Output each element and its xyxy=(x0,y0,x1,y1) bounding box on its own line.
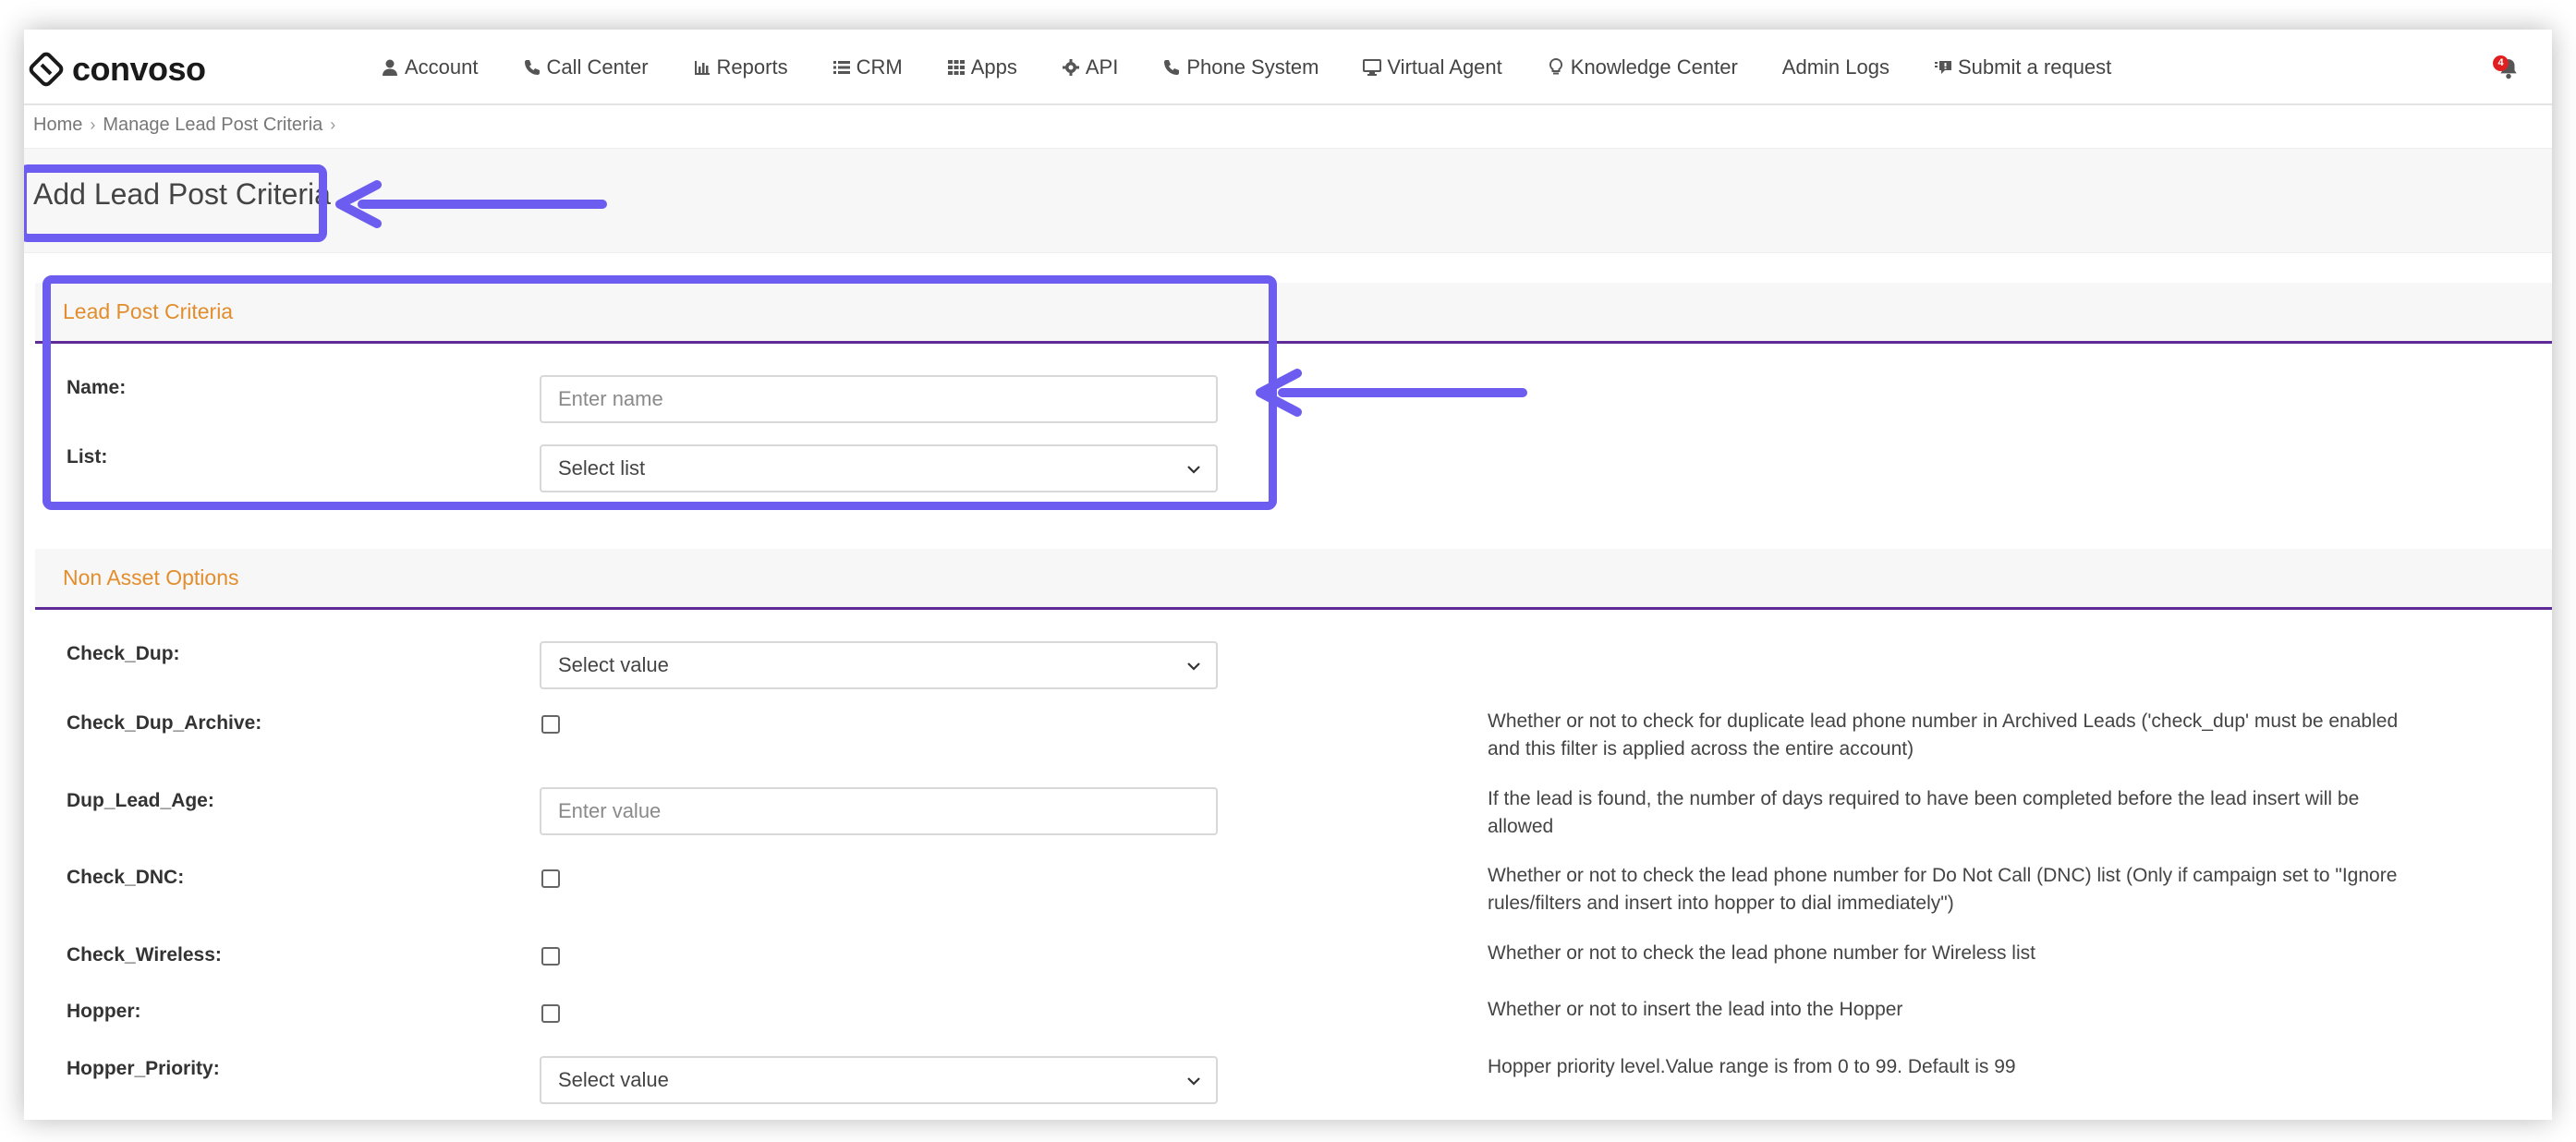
lightbulb-icon xyxy=(1549,58,1562,75)
dup-lead-age-input[interactable]: Enter value xyxy=(540,787,1218,835)
check-dnc-checkbox[interactable] xyxy=(541,869,560,888)
app-window: convoso Account Call Center Reports CRM … xyxy=(24,30,2552,1120)
nav-knowledge-center[interactable]: Knowledge Center xyxy=(1547,55,1738,79)
field-description: Whether or not to check the lead phone n… xyxy=(1488,942,2035,964)
chevron-down-icon xyxy=(1187,1077,1200,1086)
hopper-checkbox[interactable] xyxy=(541,1004,560,1023)
check-dup-select[interactable]: Select value xyxy=(540,641,1218,689)
nav-label: Virtual Agent xyxy=(1387,55,1502,79)
phone-icon xyxy=(1164,60,1180,75)
select-value: Select value xyxy=(558,1068,669,1091)
grid-icon xyxy=(947,60,965,75)
nav-apps[interactable]: Apps xyxy=(947,55,1017,79)
field-description: Hopper priority level.Value range is fro… xyxy=(1488,1056,2016,1077)
nav-label: Call Center xyxy=(546,55,649,79)
check-dup-archive-checkbox[interactable] xyxy=(541,715,560,734)
nav-label: Account xyxy=(405,55,479,79)
nav-label: CRM xyxy=(856,55,903,79)
breadcrumb-separator: › xyxy=(330,115,336,134)
field-description: Whether or not to check the lead phone n… xyxy=(1488,865,2398,914)
breadcrumb-current[interactable]: Manage Lead Post Criteria xyxy=(103,115,322,136)
notification-badge: 4 xyxy=(2493,55,2509,71)
nav-label: Reports xyxy=(716,55,788,79)
nav-api[interactable]: API xyxy=(1062,55,1118,79)
nav-reports[interactable]: Reports xyxy=(693,55,788,79)
section-non-asset-options: Non Asset Options xyxy=(35,549,2552,610)
select-value: Select value xyxy=(558,653,669,676)
nav-label: API xyxy=(1085,55,1119,79)
nav-label: Admin Logs xyxy=(1781,55,1889,79)
main-nav: Account Call Center Reports CRM Apps API xyxy=(381,30,2156,105)
field-label: Check_DNC: xyxy=(67,867,185,888)
brand-name: convoso xyxy=(72,50,206,88)
notifications-button[interactable]: 4 xyxy=(2493,55,2524,81)
nav-label: Submit a request xyxy=(1957,55,2112,79)
nav-label: Apps xyxy=(970,55,1017,79)
annotation-highlight-section xyxy=(43,275,1277,510)
convoso-logo-icon xyxy=(29,52,64,87)
chat-icon xyxy=(1934,61,1951,74)
field-label: Hopper_Priority: xyxy=(67,1058,220,1079)
user-icon xyxy=(383,59,397,76)
nav-call-center[interactable]: Call Center xyxy=(523,55,649,79)
chevron-down-icon xyxy=(1187,662,1200,671)
field-label: Check_Dup_Archive: xyxy=(67,712,262,734)
field-label: Check_Wireless: xyxy=(67,944,222,966)
nav-account[interactable]: Account xyxy=(381,55,479,79)
check-wireless-checkbox[interactable] xyxy=(541,947,560,966)
phone-icon xyxy=(524,60,540,75)
nav-label: Phone System xyxy=(1186,55,1319,79)
breadcrumb-separator: › xyxy=(90,115,96,134)
annotation-highlight-title xyxy=(24,164,327,242)
hopper-priority-select[interactable]: Select value xyxy=(540,1056,1218,1104)
breadcrumb-home[interactable]: Home xyxy=(33,115,82,136)
breadcrumb: Home › Manage Lead Post Criteria › xyxy=(33,115,335,136)
field-label: Check_Dup: xyxy=(67,643,180,664)
section-title: Non Asset Options xyxy=(63,565,239,589)
list-icon xyxy=(832,61,850,74)
nav-admin-logs[interactable]: Admin Logs xyxy=(1782,55,1889,79)
field-description: Whether or not to check for duplicate le… xyxy=(1488,711,2399,759)
nav-phone-system[interactable]: Phone System xyxy=(1162,55,1318,79)
field-label: Hopper: xyxy=(67,1001,141,1022)
field-description: Whether or not to insert the lead into t… xyxy=(1488,999,1903,1020)
field-label: Dup_Lead_Age: xyxy=(67,790,214,811)
brand-logo[interactable]: convoso xyxy=(28,50,206,88)
top-navbar: convoso Account Call Center Reports CRM … xyxy=(24,30,2552,105)
monitor-icon xyxy=(1363,59,1382,76)
nav-virtual-agent[interactable]: Virtual Agent xyxy=(1363,55,1502,79)
nav-label: Knowledge Center xyxy=(1570,55,1738,79)
bar-chart-icon xyxy=(694,61,710,75)
annotation-arrow-icon xyxy=(335,180,607,228)
gear-icon xyxy=(1062,59,1079,76)
nav-submit-request[interactable]: Submit a request xyxy=(1934,55,2111,79)
annotation-arrow-icon xyxy=(1256,369,1527,417)
field-description: If the lead is found, the number of days… xyxy=(1488,788,2360,837)
nav-crm[interactable]: CRM xyxy=(832,55,903,79)
